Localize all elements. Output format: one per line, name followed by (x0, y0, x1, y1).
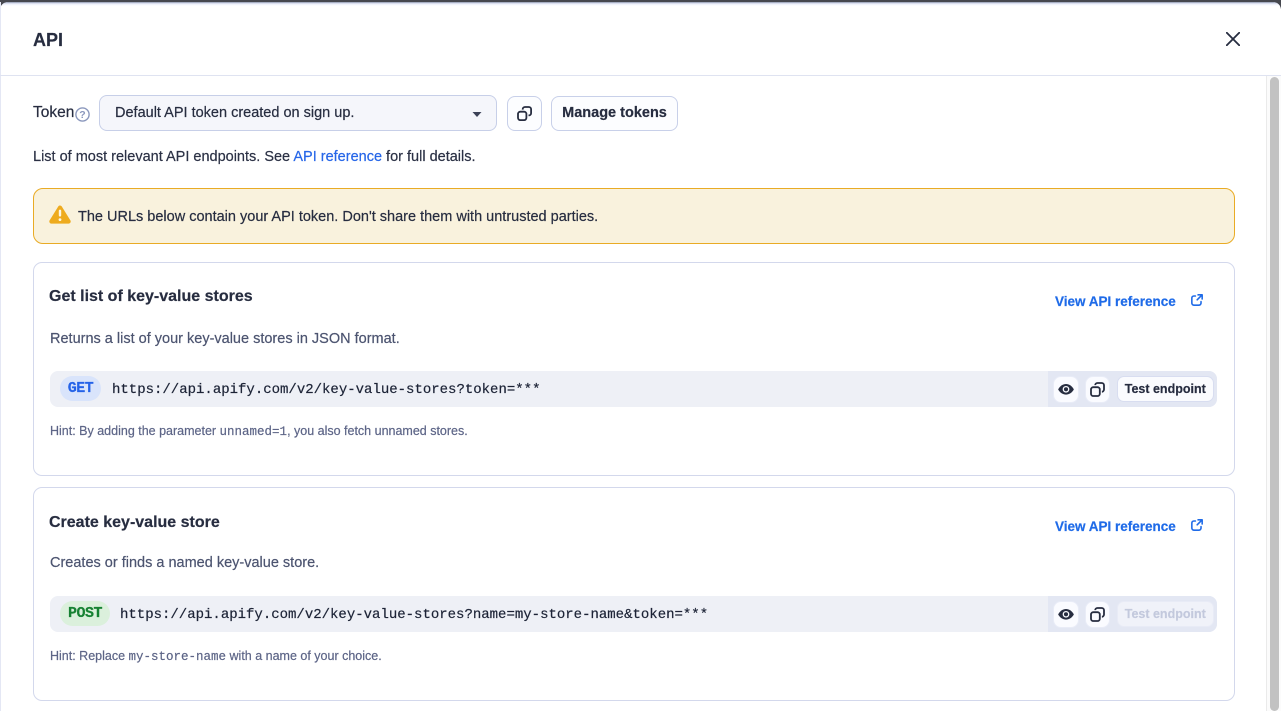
svg-text:?: ? (79, 109, 85, 121)
